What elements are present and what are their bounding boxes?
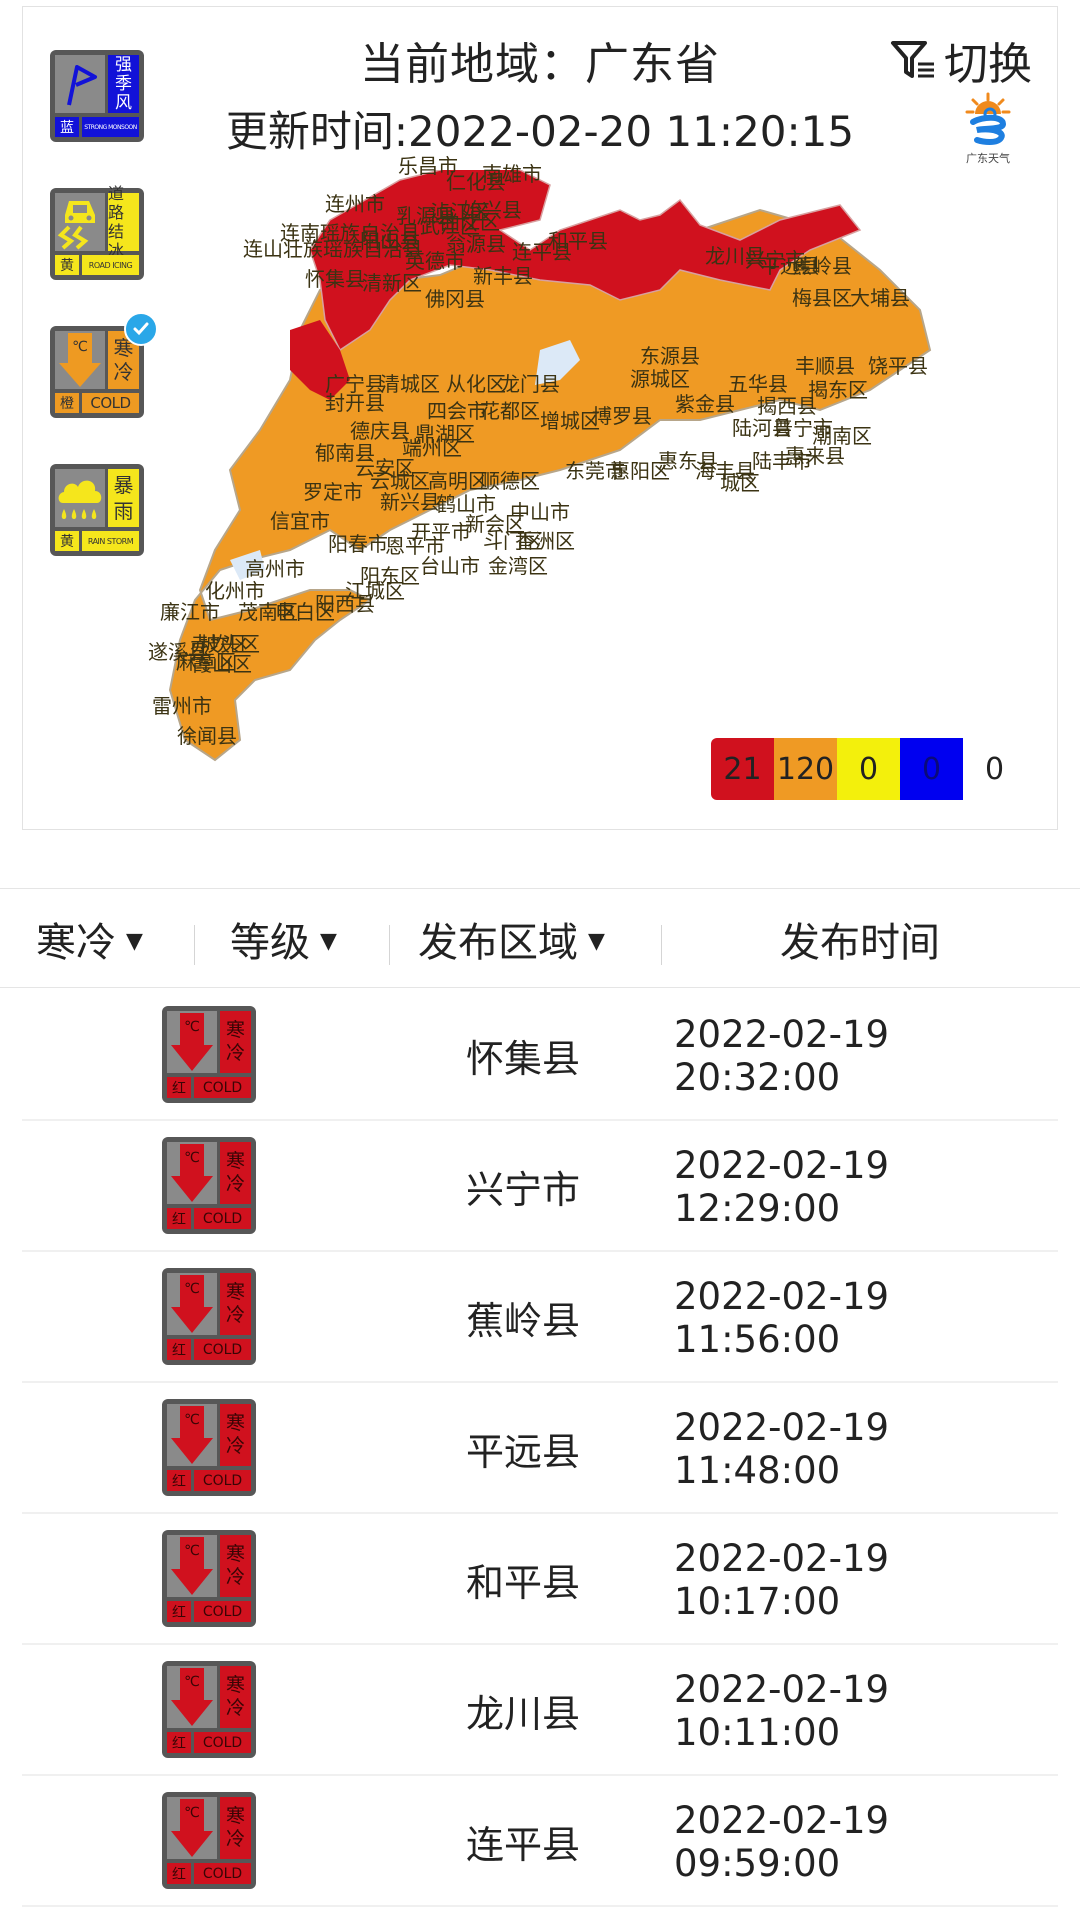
caret-down-icon: ▼ [126,928,143,954]
column-type-filter[interactable]: 寒冷 ▼ [36,889,143,989]
temperature-down-icon: ℃ [171,1537,213,1595]
warning-time: 2022-02-19 11:48:00 [674,1405,890,1492]
province-map-shape [168,159,932,762]
guangdong-weather-logo: 广东天气 [958,92,1018,166]
svg-text:℃: ℃ [184,1281,200,1297]
warning-time: 2022-02-19 11:56:00 [674,1274,890,1361]
warning-en: RAIN STORM [82,531,139,551]
column-level-filter[interactable]: 等级 ▼ [230,889,337,989]
warning-en: COLD [82,393,139,413]
warning-table-header: 寒冷 ▼ 等级 ▼ 发布区域 ▼ 发布时间 [0,888,1080,988]
temperature-down-icon: ℃ [171,1275,213,1333]
red-cold-warning-badge: ℃ 寒冷 红 COLD [162,1530,256,1627]
legend-orange-count[interactable]: 120 [774,738,837,800]
warning-name: 暴雨 [108,469,139,527]
column-area-filter[interactable]: 发布区域 ▼ [418,889,605,989]
car-skid-icon [57,201,95,250]
temperature-down-icon: ℃ [171,1013,213,1071]
red-cold-warning-badge: ℃ 寒冷 红 COLD [162,1268,256,1365]
warning-level: 黄 [55,531,79,551]
map-region-orange [168,208,932,762]
column-divider [661,925,662,965]
warning-row[interactable]: ℃ 寒冷 红 COLD 兴宁市 2022-02-19 12:29:00 [22,1121,1058,1252]
warning-type-road-icing[interactable]: 道路 结冰 黄 ROAD ICING [50,184,144,280]
red-cold-warning-badge: ℃ 寒冷 红 COLD [162,1006,256,1103]
temperature-down-icon: ℃ [171,1144,213,1202]
temperature-down-icon: ℃ [59,333,101,387]
rain-cloud-icon [58,480,102,519]
warning-area: 蕉岭县 [466,1299,581,1343]
caret-down-icon: ▼ [588,928,605,954]
warning-area: 连平县 [466,1823,581,1867]
red-cold-warning-badge: ℃ 寒冷 红 COLD [162,1661,256,1758]
warning-row[interactable]: ℃ 寒冷 红 COLD 龙川县 2022-02-19 10:11:00 [22,1645,1058,1776]
legend-blue-count[interactable]: 0 [900,738,963,800]
temperature-down-icon: ℃ [171,1406,213,1464]
warning-area: 和平县 [466,1561,581,1605]
weather-logo-icon [965,92,1011,145]
temperature-down-icon: ℃ [171,1799,213,1857]
warning-time: 2022-02-19 09:59:00 [674,1798,890,1885]
temperature-down-icon: ℃ [171,1668,213,1726]
warning-area: 兴宁市 [466,1168,581,1212]
svg-text:℃: ℃ [184,1543,200,1559]
column-time: 发布时间 [780,920,940,966]
warning-row[interactable]: ℃ 寒冷 红 COLD 和平县 2022-02-19 10:17:00 [22,1514,1058,1645]
svg-text:℃: ℃ [184,1150,200,1166]
warning-type-rainstorm[interactable]: 暴雨 黄 RAIN STORM [50,464,144,556]
caret-down-icon: ▼ [320,928,337,954]
red-cold-warning-badge: ℃ 寒冷 红 COLD [162,1792,256,1889]
warning-type-strong-monsoon[interactable]: 强季风 蓝 STRONG MONSOON [50,50,144,142]
warning-time: 2022-02-19 12:29:00 [674,1143,890,1230]
column-divider [194,925,195,965]
switch-label: 切换 [944,39,1032,90]
warning-area: 平远县 [466,1430,581,1474]
red-cold-warning-badge: ℃ 寒冷 红 COLD [162,1399,256,1496]
legend-none-count[interactable]: 0 [963,738,1026,800]
update-time: 更新时间:2022-02-20 11:20:15 [225,107,855,156]
warning-time: 2022-02-19 10:17:00 [674,1536,890,1623]
warning-time: 2022-02-19 10:11:00 [674,1667,890,1754]
svg-text:℃: ℃ [184,1805,200,1821]
logo-text: 广东天气 [966,152,1010,165]
svg-text:℃: ℃ [184,1412,200,1428]
warning-row[interactable]: ℃ 寒冷 红 COLD 平远县 2022-02-19 11:48:00 [22,1383,1058,1514]
warning-level: 橙 [55,393,79,413]
svg-text:℃: ℃ [72,339,88,355]
switch-region-button[interactable]: 切换 [890,28,1032,92]
filter-icon [891,41,934,78]
warning-en: ROAD ICING [82,255,139,275]
warning-name: 强季风 [108,55,139,113]
red-cold-warning-badge: ℃ 寒冷 红 COLD [162,1137,256,1234]
warning-level: 蓝 [55,117,79,137]
warning-time: 2022-02-19 20:32:00 [674,1012,890,1099]
svg-text:℃: ℃ [184,1019,200,1035]
flag-icon [67,65,97,106]
guangdong-warning-map[interactable] [140,159,960,770]
warning-area: 龙川县 [466,1692,581,1736]
warning-row[interactable]: ℃ 寒冷 红 COLD 蕉岭县 2022-02-19 11:56:00 [22,1252,1058,1383]
legend-yellow-count[interactable]: 0 [837,738,900,800]
warning-level: 黄 [55,255,79,275]
warning-en: STRONG MONSOON [82,117,139,137]
warning-row[interactable]: ℃ 寒冷 红 COLD 连平县 2022-02-19 09:59:00 [22,1776,1058,1907]
column-divider [389,925,390,965]
legend-red-count[interactable]: 21 [711,738,774,800]
warning-area: 怀集县 [466,1037,581,1081]
warning-row[interactable]: ℃ 寒冷 红 COLD 怀集县 2022-02-19 20:32:00 [22,990,1058,1121]
warning-name: 道路 结冰 [108,184,139,260]
warning-count-legend: 21 120 0 0 0 [711,738,1026,800]
svg-text:℃: ℃ [184,1674,200,1690]
